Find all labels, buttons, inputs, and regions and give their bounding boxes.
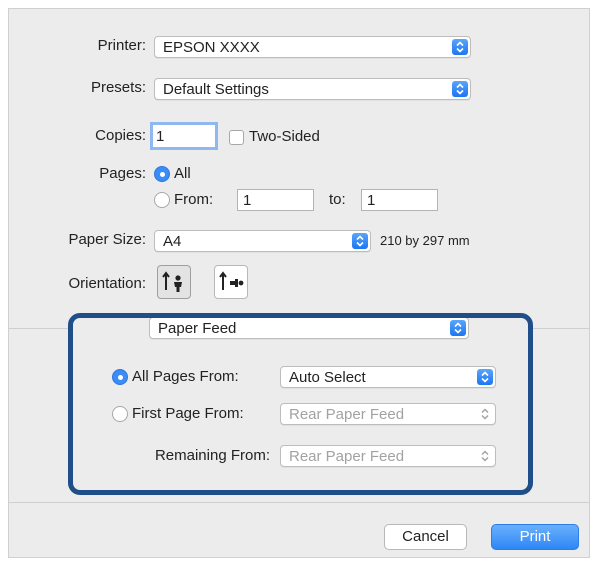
pages-to-value: 1 — [367, 192, 376, 209]
landscape-icon — [219, 271, 244, 290]
cancel-button[interactable]: Cancel — [384, 524, 467, 550]
pages-from-field[interactable]: 1 — [237, 189, 314, 211]
pages-label: Pages: — [99, 165, 146, 182]
chevron-updown-icon — [352, 233, 368, 249]
two-sided-checkbox[interactable] — [229, 130, 244, 145]
printer-label: Printer: — [97, 37, 146, 54]
pages-to-label: to: — [329, 191, 346, 208]
pages-all-radio[interactable] — [154, 166, 170, 182]
chevron-updown-icon — [452, 81, 468, 97]
paper-size-dimensions: 210 by 297 mm — [380, 233, 470, 248]
orientation-landscape-button[interactable] — [214, 265, 248, 299]
print-dialog: Printer: EPSON XXXX Presets: Default Set… — [8, 8, 590, 558]
presets-label: Presets: — [90, 79, 146, 96]
pages-all-label: All — [174, 165, 191, 182]
separator-left — [9, 328, 72, 329]
paper-size-label: Paper Size: — [68, 231, 146, 248]
pages-from-radio[interactable] — [154, 192, 170, 208]
portrait-icon — [162, 271, 182, 292]
presets-value: Default Settings — [163, 81, 269, 98]
pages-from-value: 1 — [243, 192, 252, 209]
orientation-portrait-button[interactable] — [157, 265, 191, 299]
printer-select[interactable]: EPSON XXXX — [154, 36, 471, 58]
print-button[interactable]: Print — [491, 524, 579, 550]
orientation-label: Orientation: — [68, 275, 146, 292]
pages-to-field[interactable]: 1 — [361, 189, 438, 211]
two-sided-label: Two-Sided — [249, 128, 320, 145]
separator-right — [529, 328, 589, 329]
highlight-frame — [68, 313, 533, 495]
paper-size-value: A4 — [163, 233, 182, 250]
presets-select[interactable]: Default Settings — [154, 78, 471, 100]
pages-from-label: From: — [174, 191, 214, 208]
separator-bottom — [9, 502, 589, 503]
paper-size-select[interactable]: A4 — [154, 230, 371, 252]
printer-value: EPSON XXXX — [163, 39, 260, 56]
copies-value: 1 — [156, 128, 165, 145]
chevron-updown-icon — [452, 39, 468, 55]
copies-label: Copies: — [95, 127, 146, 144]
copies-field[interactable]: 1 — [150, 122, 218, 150]
